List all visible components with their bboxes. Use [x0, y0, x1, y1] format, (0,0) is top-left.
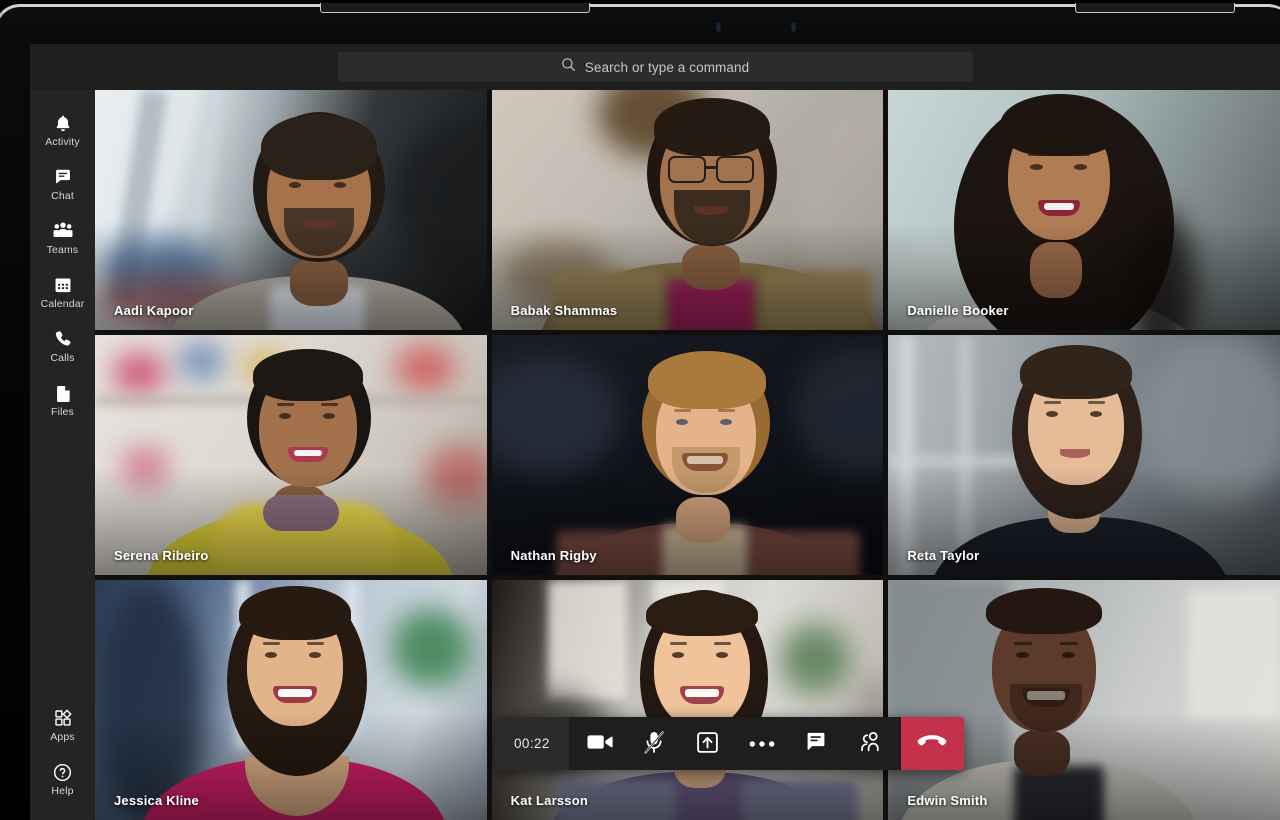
chat-panel-button[interactable] — [789, 717, 843, 770]
sidebar-item-calendar[interactable]: Calendar — [30, 265, 95, 319]
calendar-icon — [53, 275, 73, 296]
sidebar-item-activity[interactable]: Activity — [30, 103, 95, 157]
sidebar-label-activity: Activity — [45, 137, 79, 148]
video-feed — [888, 90, 1280, 330]
hinge-tab-left — [320, 3, 590, 13]
microphone-muted-icon — [643, 730, 665, 758]
participant-name: Serena Ribeiro — [114, 548, 209, 563]
share-screen-icon — [696, 731, 719, 757]
video-tile-participant-9[interactable]: Edwin Smith — [888, 580, 1280, 820]
sidebar-label-teams: Teams — [47, 245, 79, 256]
sidebar-label-apps: Apps — [50, 732, 75, 743]
nav-secondary-group: Apps Help — [30, 698, 95, 806]
title-bar: Search or type a command — [30, 44, 1280, 90]
video-feed — [492, 335, 884, 575]
more-options-icon — [749, 736, 775, 751]
camera-toggle-button[interactable] — [573, 717, 627, 770]
video-tile-participant-7[interactable]: Jessica Kline — [95, 580, 487, 820]
sidebar-label-help: Help — [51, 786, 73, 797]
bell-icon — [53, 113, 73, 134]
bezel-sensor-dot — [791, 22, 796, 32]
sidebar-label-calls: Calls — [50, 353, 74, 364]
file-icon — [54, 383, 72, 404]
video-feed — [888, 335, 1280, 575]
bezel-camera-dot — [716, 22, 721, 32]
question-circle-icon — [52, 762, 73, 783]
video-tile-participant-6[interactable]: Reta Taylor — [888, 335, 1280, 575]
people-group-icon — [52, 221, 74, 242]
phone-icon — [53, 329, 73, 350]
participant-name: Aadi Kapoor — [114, 303, 193, 318]
participant-video-grid: Aadi Kapoor — [95, 90, 1280, 820]
video-tile-participant-4[interactable]: Serena Ribeiro — [95, 335, 487, 575]
video-tile-participant-1[interactable]: Aadi Kapoor — [95, 90, 487, 330]
video-feed — [95, 90, 487, 330]
sidebar-item-help[interactable]: Help — [30, 752, 95, 806]
sidebar-label-files: Files — [51, 407, 74, 418]
video-feed — [492, 90, 884, 330]
sidebar-item-apps[interactable]: Apps — [30, 698, 95, 752]
share-screen-button[interactable] — [681, 717, 735, 770]
participant-name: Kat Larsson — [511, 793, 588, 808]
chat-bubble-icon — [805, 731, 827, 756]
participant-name: Jessica Kline — [114, 793, 199, 808]
sidebar-label-calendar: Calendar — [41, 299, 85, 310]
video-camera-icon — [587, 733, 613, 754]
participant-name: Reta Taylor — [907, 548, 979, 563]
hinge-tab-right — [1075, 3, 1235, 13]
sidebar-item-calls[interactable]: Calls — [30, 319, 95, 373]
search-icon — [561, 57, 576, 77]
chat-bubble-icon — [53, 167, 73, 188]
device-frame: Search or type a command Activity — [0, 0, 1280, 820]
call-control-bar: 00:22 — [495, 717, 964, 770]
video-feed — [95, 335, 487, 575]
participant-name: Nathan Rigby — [511, 548, 597, 563]
video-tile-participant-3[interactable]: Danielle Booker — [888, 90, 1280, 330]
participant-name: Babak Shammas — [511, 303, 618, 318]
call-action-group — [569, 717, 901, 770]
participant-name: Edwin Smith — [907, 793, 987, 808]
more-options-button[interactable] — [735, 717, 789, 770]
video-feed — [95, 580, 487, 820]
video-feed — [492, 580, 884, 820]
people-icon — [858, 731, 882, 756]
video-tile-participant-8[interactable]: Kat Larsson — [492, 580, 884, 820]
sidebar-label-chat: Chat — [51, 191, 74, 202]
video-tile-participant-2[interactable]: Babak Shammas — [492, 90, 884, 330]
call-timer: 00:22 — [495, 717, 569, 770]
sidebar-item-teams[interactable]: Teams — [30, 211, 95, 265]
teams-app-window: Search or type a command Activity — [30, 44, 1280, 820]
sidebar-item-chat[interactable]: Chat — [30, 157, 95, 211]
video-feed — [888, 580, 1280, 820]
nav-primary-group: Activity Chat — [30, 103, 95, 427]
left-nav-rail: Activity Chat — [30, 90, 95, 820]
phone-hangup-icon — [917, 734, 947, 753]
hang-up-button[interactable] — [901, 717, 964, 770]
search-input[interactable]: Search or type a command — [338, 52, 973, 82]
apps-grid-icon — [53, 708, 73, 729]
microphone-mute-button[interactable] — [627, 717, 681, 770]
participant-name: Danielle Booker — [907, 303, 1008, 318]
sidebar-item-files[interactable]: Files — [30, 373, 95, 427]
search-placeholder-text: Search or type a command — [585, 60, 749, 75]
video-tile-participant-5[interactable]: Nathan Rigby — [492, 335, 884, 575]
participants-panel-button[interactable] — [843, 717, 897, 770]
